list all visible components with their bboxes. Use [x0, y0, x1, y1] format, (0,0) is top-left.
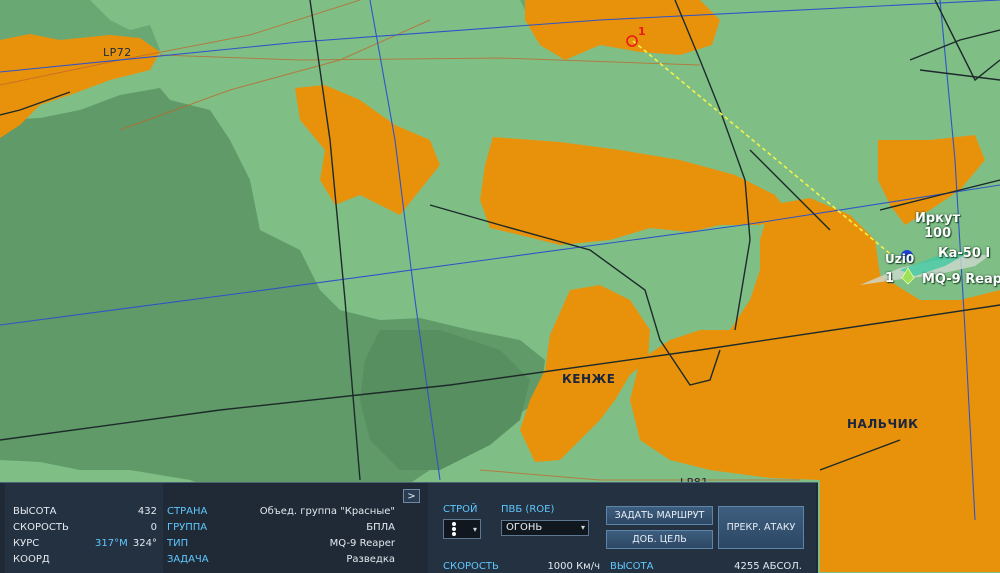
altitude-label: ВЫСОТА — [13, 506, 57, 517]
stop-attack-button[interactable]: ПРЕКР. АТАКУ — [718, 506, 804, 549]
unit-label-irkut[interactable]: Иркут — [915, 211, 960, 226]
coord-label: КООРД — [13, 554, 50, 565]
type-value: MQ-9 Reaper — [329, 538, 395, 549]
formation-dots-icon — [452, 522, 456, 536]
altitude-value: 432 — [137, 506, 157, 517]
course-label: КУРС — [13, 538, 40, 549]
target-speed-value: 1000 Км/ч — [547, 561, 600, 572]
roe-value: ОГОНЬ — [506, 522, 543, 533]
formation-select[interactable]: ▾ — [443, 519, 481, 539]
country-value: Объед. группа "Красные" — [259, 506, 395, 517]
task-value: Разведка — [346, 554, 395, 565]
course-magnetic: 317°M — [95, 538, 128, 549]
unit-label-mq9[interactable]: MQ-9 Reap — [922, 272, 1000, 287]
course-true: 324° — [132, 538, 157, 549]
group-label: ГРУППА — [167, 522, 208, 533]
group-value: БПЛА — [366, 522, 395, 533]
controls-block: СТРОЙ ▾ ПВБ (ROE) ОГОНЬ ▾ ЗАДАТЬ МАРШРУТ… — [428, 483, 816, 573]
speed-label: СКОРОСТЬ — [13, 522, 69, 533]
chevron-down-icon: ▾ — [580, 523, 585, 532]
city-label-kenzhe: КЕНЖЕ — [562, 372, 616, 386]
unit-label-uzi[interactable]: Uzi0 — [885, 252, 914, 266]
city-label-nalchik: НАЛЬЧИК — [847, 417, 919, 431]
formation-label: СТРОЙ — [443, 504, 478, 515]
chevron-down-icon: ▾ — [472, 525, 477, 534]
unit-info-panel: ВЫСОТА 432 СКОРОСТЬ 0 КУРС 317°M 324° КО… — [0, 482, 818, 573]
roe-label: ПВБ (ROE) — [501, 504, 555, 515]
unit-label-irkut-number: 100 — [924, 226, 952, 241]
target-speed-label: СКОРОСТЬ — [443, 561, 499, 572]
waypoint-number: 1 — [638, 25, 646, 38]
speed-value: 0 — [150, 522, 157, 533]
task-label: ЗАДАЧА — [167, 554, 209, 565]
unit-details-block: СТРАНА Объед. группа "Красные" ГРУППА БП… — [165, 483, 425, 573]
telemetry-block: ВЫСОТА 432 СКОРОСТЬ 0 КУРС 317°M 324° КО… — [5, 483, 163, 573]
country-label: СТРАНА — [167, 506, 208, 517]
target-altitude-value: 4255 АБСОЛ. — [734, 561, 802, 572]
type-label: ТИП — [167, 538, 189, 549]
target-altitude-label: ВЫСОТА — [610, 561, 654, 572]
set-route-button[interactable]: ЗАДАТЬ МАРШРУТ — [606, 506, 713, 525]
collapse-panel-button[interactable]: > — [403, 489, 420, 503]
unit-label-one: 1 — [885, 271, 895, 286]
map-label-lp72: LP72 — [103, 46, 132, 59]
roe-select[interactable]: ОГОНЬ ▾ — [501, 520, 589, 536]
unit-label-ka50[interactable]: Ка-50 I — [938, 246, 990, 261]
add-target-button[interactable]: ДОБ. ЦЕЛЬ — [606, 530, 713, 549]
